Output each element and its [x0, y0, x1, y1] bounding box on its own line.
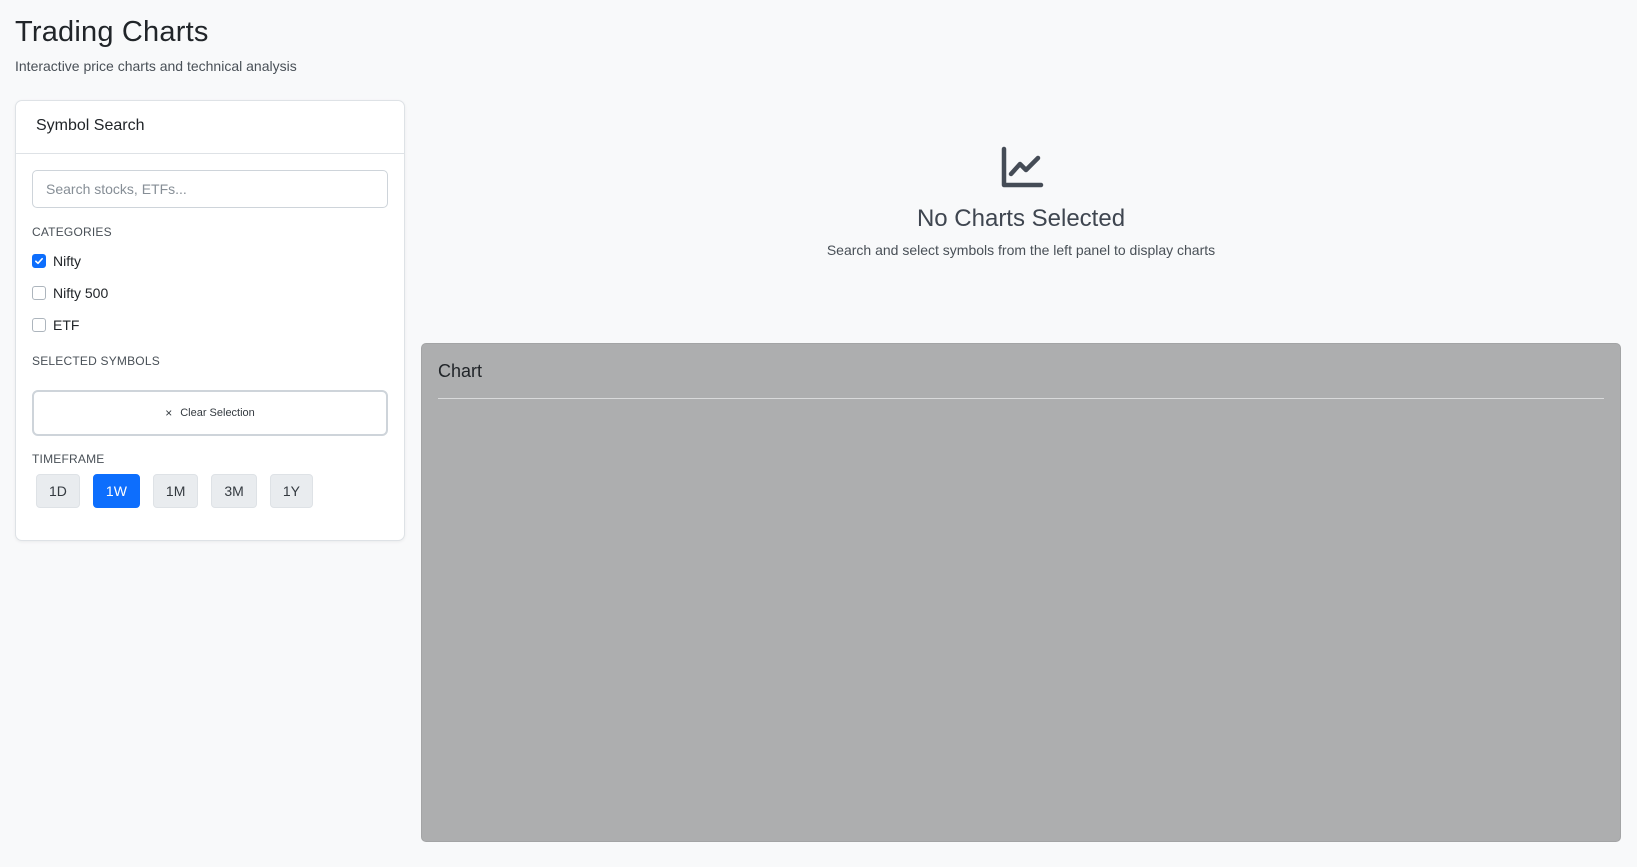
category-label: ETF: [53, 317, 80, 333]
page-header: Trading Charts Interactive price charts …: [15, 15, 297, 74]
etf-checkbox[interactable]: [32, 318, 46, 332]
symbol-search-title: Symbol Search: [16, 101, 404, 154]
categories-label: CATEGORIES: [32, 225, 112, 239]
chart-panel: Chart: [421, 343, 1621, 842]
category-item-nifty[interactable]: Nifty: [32, 245, 388, 277]
timeframe-1w-button[interactable]: 1W: [92, 474, 140, 508]
timeframe-1m-button[interactable]: 1M: [152, 474, 199, 508]
symbol-search-input[interactable]: [32, 170, 388, 208]
page-title: Trading Charts: [15, 16, 209, 48]
timeframe-1y-button[interactable]: 1Y: [269, 474, 313, 508]
symbol-search-panel: Symbol Search CATEGORIES Nifty Nifty 500: [15, 100, 405, 541]
timeframe-buttons: 1D 1W 1M 3M 1Y: [32, 474, 388, 508]
categories-list: Nifty Nifty 500 ETF: [32, 245, 388, 341]
empty-state: No Charts Selected Search and select sym…: [421, 145, 1621, 258]
symbol-search-body: CATEGORIES Nifty Nifty 500 ETF: [16, 154, 404, 524]
category-label: Nifty: [53, 253, 81, 269]
category-label: Nifty 500: [53, 285, 109, 301]
clear-selection-label: Clear Selection: [180, 407, 255, 419]
close-icon: ×: [165, 406, 173, 420]
page-subtitle: Interactive price charts and technical a…: [15, 57, 297, 74]
nifty-500-checkbox[interactable]: [32, 286, 46, 300]
chart-title: Chart: [438, 361, 483, 381]
line-chart-icon: [999, 145, 1044, 190]
checkmark-icon: [35, 257, 43, 265]
timeframe-3m-button[interactable]: 3M: [211, 474, 257, 508]
timeframe-1d-button[interactable]: 1D: [36, 474, 80, 508]
empty-state-description: Search and select symbols from the left …: [826, 242, 1216, 258]
chart-divider: [438, 398, 1604, 399]
category-item-nifty-500[interactable]: Nifty 500: [32, 277, 388, 309]
clear-selection-button[interactable]: × Clear Selection: [32, 390, 388, 436]
empty-state-title: No Charts Selected: [916, 205, 1126, 232]
page: Trading Charts Interactive price charts …: [0, 0, 1637, 867]
nifty-checkbox[interactable]: [32, 254, 46, 268]
chart-area[interactable]: [438, 400, 1604, 825]
timeframe-label: TIMEFRAME: [32, 452, 105, 466]
selected-symbols-label: SELECTED SYMBOLS: [32, 354, 160, 368]
category-item-etf[interactable]: ETF: [32, 309, 388, 341]
